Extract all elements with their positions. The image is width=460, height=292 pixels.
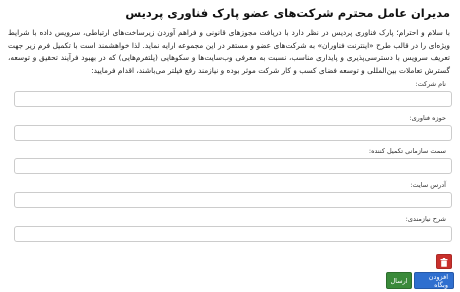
send-button[interactable]: ارسال (386, 272, 412, 289)
delete-button[interactable] (436, 254, 452, 269)
requirement-label: شرح نیازمندی: (405, 215, 446, 223)
position-label: سمت سازمانی تکمیل کننده: (368, 147, 446, 155)
requirement-input[interactable] (14, 226, 452, 242)
page-title: مدیران عامل محترم شرکت‌های عضو پارک فناو… (125, 6, 450, 20)
company-name-label: نام شرکت: (415, 80, 446, 88)
add-site-button[interactable]: افزودن وبگاه (414, 272, 454, 289)
trash-icon (440, 252, 448, 271)
position-input[interactable] (14, 158, 452, 174)
form-page: مدیران عامل محترم شرکت‌های عضو پارک فناو… (0, 0, 460, 292)
site-address-input[interactable] (14, 192, 452, 208)
tech-field-label: حوزه فناوری: (409, 114, 446, 122)
site-address-label: آدرس سایت: (410, 181, 446, 189)
company-name-input[interactable] (14, 91, 452, 107)
tech-field-input[interactable] (14, 125, 452, 141)
intro-text: با سلام و احترام؛ پارک فناوری پردیس در ن… (8, 28, 450, 75)
